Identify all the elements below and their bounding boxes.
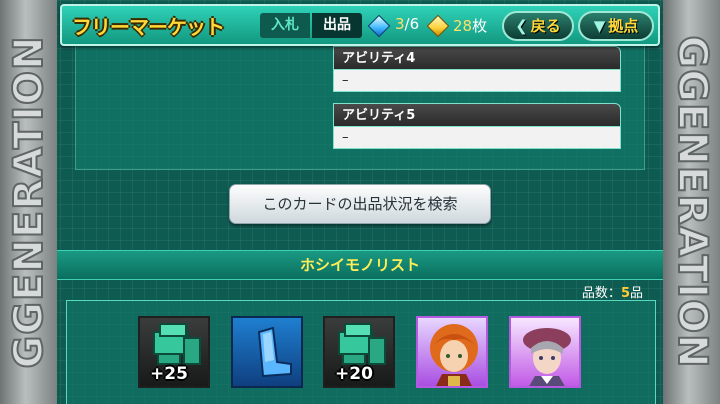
wishlist-item[interactable]: +25 [138,316,210,388]
right-rail-logo: GGENERATION [668,34,716,369]
wishlist-item[interactable]: +20 [323,316,395,388]
gold-ticket-icon [426,14,450,38]
ability-4-value: – [333,70,621,92]
gem-total: 6 [409,15,420,33]
pilot-portrait-icon [430,324,478,386]
wishlist-item[interactable] [231,316,303,388]
wishlist-item[interactable] [416,316,488,388]
page-title: フリーマーケット [72,15,225,39]
left-rail: GGENERATION [0,0,57,404]
ability-5-value: – [333,127,621,149]
base-button[interactable]: ▼ 拠点 [578,11,654,41]
wishlist-title: ホシイモノリスト [57,250,663,280]
pilot-portrait-icon [523,328,571,386]
base-label: 拠点 [608,17,639,35]
ticket-value: 28 [453,17,473,35]
blue-gem-icon [367,14,391,38]
tab-bid[interactable]: 入札 [260,13,310,38]
seat-icon [257,326,292,378]
gem-count: 3/6 [395,15,419,33]
wishlist-count: 品数：5品 [582,282,643,301]
back-button[interactable]: ❮ 戻る [502,11,574,41]
ticket-count: 28枚 [453,15,487,36]
ability-4: アビリティ4 – [333,46,621,92]
enhance-badge: +20 [335,364,373,384]
ticket-unit: 枚 [472,17,488,35]
ability-4-label: アビリティ4 [333,46,621,70]
gem-used: 3 [395,15,405,33]
wishlist-count-value: 5 [620,286,630,301]
enhance-badge: +25 [150,364,188,384]
ability-5-label: アビリティ5 [333,103,621,127]
left-rail-logo: GGENERATION [5,34,53,369]
wishlist-count-unit: 品 [629,286,643,301]
header-bar: フリーマーケット 入札 出品 3/6 28枚 ❮ 戻る ▼ 拠点 [60,4,660,46]
wishlist-count-label: 品数： [581,286,621,301]
wishlist-item[interactable] [509,316,581,388]
chevron-down-icon: ▼ [593,17,606,35]
ability-5: アビリティ5 – [333,103,621,149]
tab-sell[interactable]: 出品 [312,13,362,38]
right-rail: GGENERATION [663,0,720,404]
search-listings-button[interactable]: このカードの出品状況を検索 [229,184,491,224]
chevron-left-icon: ❮ [515,17,528,35]
back-label: 戻る [530,17,561,35]
